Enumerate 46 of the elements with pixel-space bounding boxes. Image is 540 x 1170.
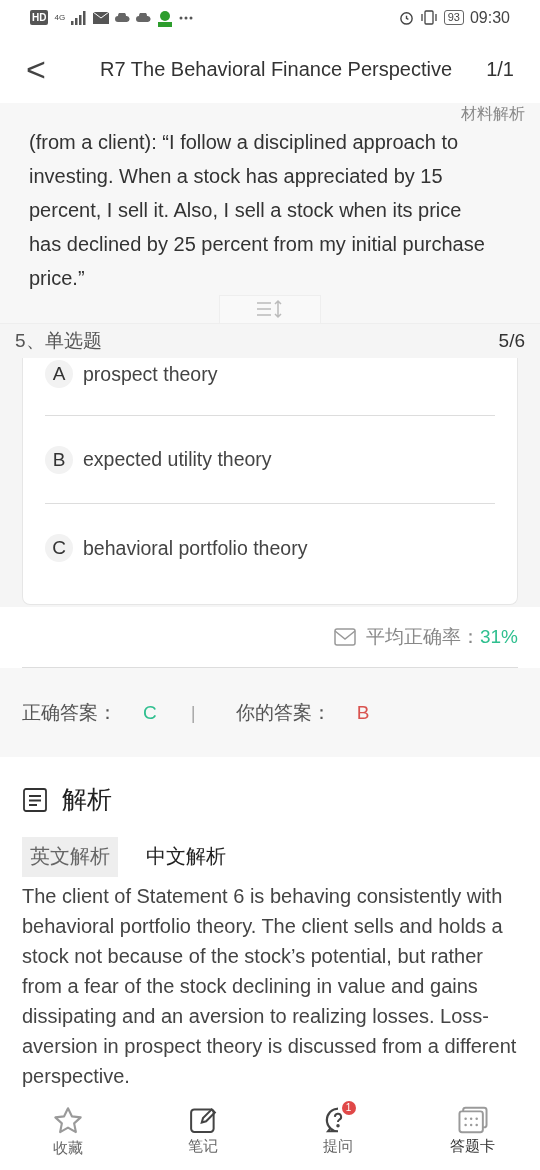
your-answer-label: 你的答案： xyxy=(235,700,331,725)
analysis-tab[interactable]: 中文解析 xyxy=(138,836,234,877)
answer-card-icon xyxy=(456,1104,489,1135)
page-title: R7 The Behavioral Finance Perspective xyxy=(99,57,454,83)
accuracy-value: 31% xyxy=(479,625,518,650)
option-letter: C xyxy=(45,534,73,563)
analysis-title: 解析 xyxy=(62,784,112,816)
option-letter: B xyxy=(45,445,73,474)
clock: 09:30 xyxy=(469,7,510,28)
network-label: 4G xyxy=(54,13,66,22)
document-icon xyxy=(22,787,48,814)
option-item[interactable]: A prospect theory xyxy=(45,358,495,417)
cloud-icon xyxy=(136,13,152,23)
mail-icon xyxy=(93,11,110,24)
vibrate-icon xyxy=(419,10,438,26)
accuracy-label: 平均正确率： xyxy=(365,625,480,650)
page-counter: 1/1 xyxy=(486,57,514,83)
analysis-text: The client of Statement 6 is behaving consistently with behavioral portfolio theory. The client sells and holds a stock not because of the stock’s potential, but rather from a fear of the stock declining in value and gains dissipating and an aversion to realizing losses. Loss-aversion in prospect theory is discussed from a different perspective. xyxy=(22,883,518,1089)
notification-badge: 1 xyxy=(341,1100,356,1115)
battery-level: 93 xyxy=(443,10,464,26)
nav-item[interactable]: 收藏 xyxy=(27,1104,108,1160)
more-icon xyxy=(179,15,194,20)
alarm-icon xyxy=(398,10,414,26)
question-type: 5、单选题 xyxy=(15,328,102,353)
material-text: (from a client): “I follow a disciplined approach to investing. When a stock has appreciated by 15 percent, I sell it. Also, I sell a stock when its price has declined by 25 percent from my initial purchase price.” xyxy=(29,129,486,291)
nav-item[interactable]: 答题卡 xyxy=(432,1104,513,1158)
back-button[interactable]: < xyxy=(26,52,66,87)
separator: | xyxy=(190,700,196,725)
app-icon xyxy=(157,8,174,27)
resize-handle[interactable] xyxy=(219,294,321,323)
resize-icon xyxy=(255,299,285,320)
analysis-tab[interactable]: 英文解析 xyxy=(22,836,118,877)
cloud-icon xyxy=(115,13,131,23)
option-text: prospect theory xyxy=(83,362,218,388)
option-text: behavioral portfolio theory xyxy=(83,535,308,561)
option-letter: A xyxy=(45,360,73,389)
mail-icon xyxy=(333,628,356,647)
option-item[interactable]: B expected utility theory xyxy=(45,416,495,505)
correct-answer-label: 正确答案： xyxy=(22,700,117,725)
correct-answer: C xyxy=(143,700,157,725)
signal-icon xyxy=(71,10,88,25)
option-item[interactable]: C behavioral portfolio theory xyxy=(45,504,495,593)
your-answer: B xyxy=(356,700,370,725)
hd-badge: HD xyxy=(30,10,49,26)
option-text: expected utility theory xyxy=(83,447,272,473)
nav-item[interactable]: 笔记 xyxy=(162,1104,243,1158)
